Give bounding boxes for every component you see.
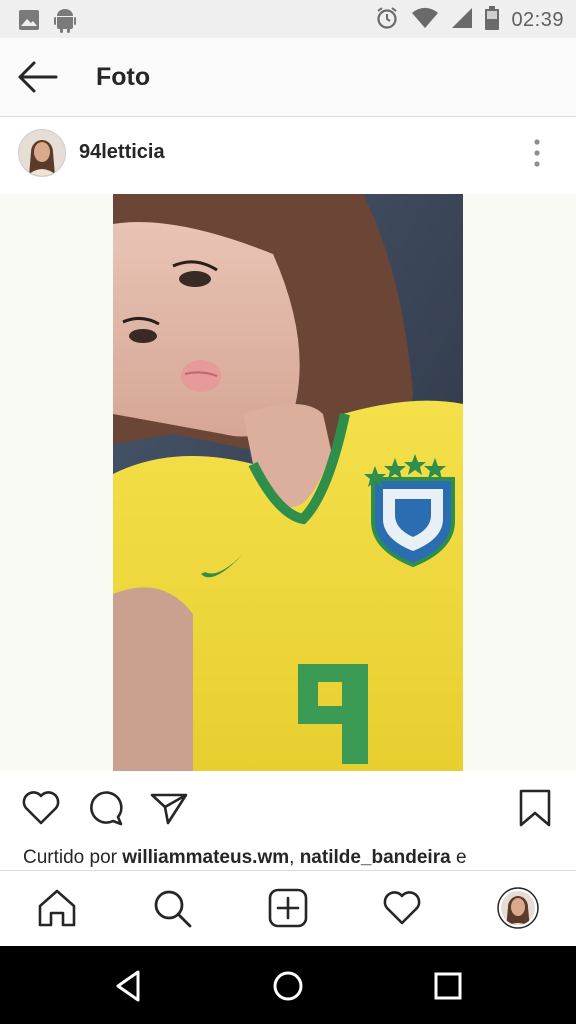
liked-user-link[interactable]: natilde_bandeira: [300, 847, 451, 868]
wifi-icon: [411, 7, 439, 34]
arrow-left-icon[interactable]: [16, 58, 60, 96]
activity-icon[interactable]: [381, 887, 423, 929]
signal-icon: [451, 7, 473, 34]
battery-icon: [485, 6, 500, 35]
android-icon: [54, 7, 76, 38]
liked-prefix: Curtido por: [23, 847, 123, 868]
avatar[interactable]: [18, 129, 66, 177]
page-title: Foto: [96, 63, 151, 91]
post-username[interactable]: 94letticia: [79, 141, 165, 164]
bookmark-icon[interactable]: [514, 787, 556, 829]
home-circle-icon[interactable]: [268, 966, 308, 1006]
liked-by-text: Curtido por williammateus.wm, natilde_ba…: [23, 847, 467, 869]
image-icon: [18, 9, 40, 36]
profile-avatar[interactable]: [497, 887, 539, 929]
share-icon[interactable]: [148, 787, 190, 829]
home-icon[interactable]: [36, 887, 78, 929]
post-header: 94letticia: [0, 117, 576, 195]
bottom-nav: [0, 870, 576, 947]
liked-separator: ,: [289, 847, 300, 868]
liked-user-link[interactable]: williammateus.wm: [122, 847, 289, 868]
status-bar: 02:39: [0, 0, 576, 38]
search-icon[interactable]: [151, 887, 193, 929]
more-vertical-icon[interactable]: [526, 137, 548, 169]
back-triangle-icon[interactable]: [108, 966, 148, 1006]
top-header: Foto: [0, 38, 576, 117]
status-time: 02:39: [511, 9, 564, 31]
comment-icon[interactable]: [85, 787, 127, 829]
selfie-photo[interactable]: [113, 194, 463, 771]
post-actions: Curtido por williammateus.wm, natilde_ba…: [0, 771, 576, 870]
liked-suffix: e: [450, 847, 467, 868]
post-media: [0, 194, 576, 771]
system-navigation-bar: [0, 946, 576, 1024]
alarm-icon: [375, 6, 399, 35]
add-icon[interactable]: [267, 887, 309, 929]
recents-square-icon[interactable]: [428, 966, 468, 1006]
heart-icon[interactable]: [20, 787, 62, 829]
